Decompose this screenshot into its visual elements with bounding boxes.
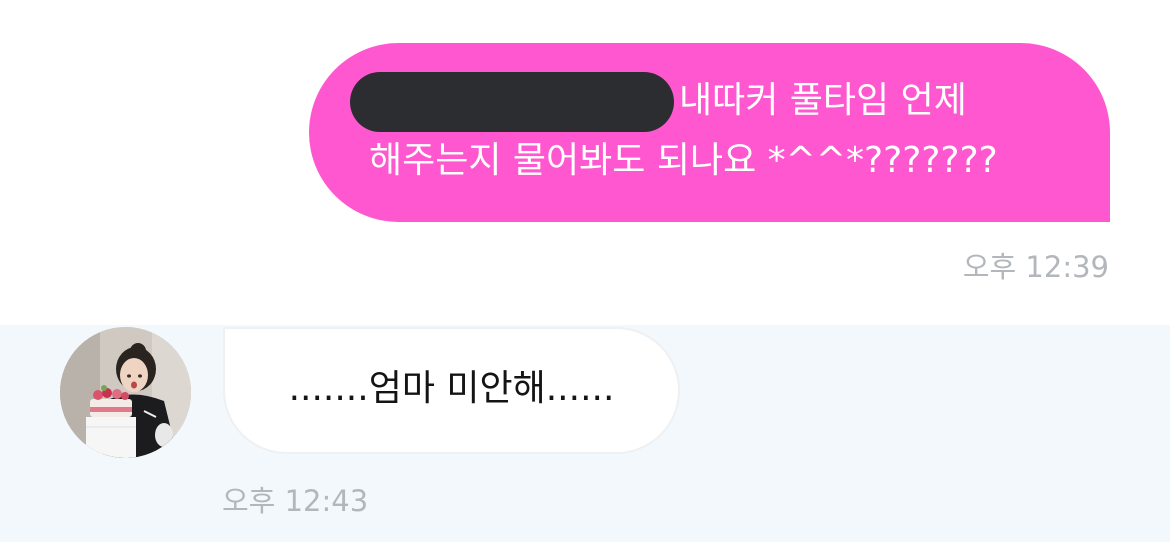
sent-message-row: 내따커 풀타임 언제 해주는지 물어봐도 되나요 *^^*??????? 오후 … — [0, 0, 1170, 325]
received-message-bubble[interactable]: .......엄마 미안해...... — [223, 327, 680, 454]
received-message-text: .......엄마 미안해...... — [288, 368, 615, 409]
profile-photo-icon — [60, 327, 191, 458]
received-message-timestamp: 오후 12:43 — [222, 484, 369, 518]
redaction-block — [350, 72, 674, 132]
avatar[interactable] — [60, 327, 191, 458]
received-message-row: .......엄마 미안해...... 오후 12:43 — [0, 325, 1170, 542]
sent-message-timestamp: 오후 12:39 — [962, 250, 1109, 284]
sent-message-bubble[interactable]: 내따커 풀타임 언제 해주는지 물어봐도 되나요 *^^*??????? — [309, 43, 1110, 222]
chat-thread: 내따커 풀타임 언제 해주는지 물어봐도 되나요 *^^*??????? 오후 … — [0, 0, 1170, 542]
sent-message-line-2: 해주는지 물어봐도 되나요 *^^*??????? — [369, 140, 998, 181]
sent-message-line-1: 내따커 풀타임 언제 — [679, 80, 967, 121]
